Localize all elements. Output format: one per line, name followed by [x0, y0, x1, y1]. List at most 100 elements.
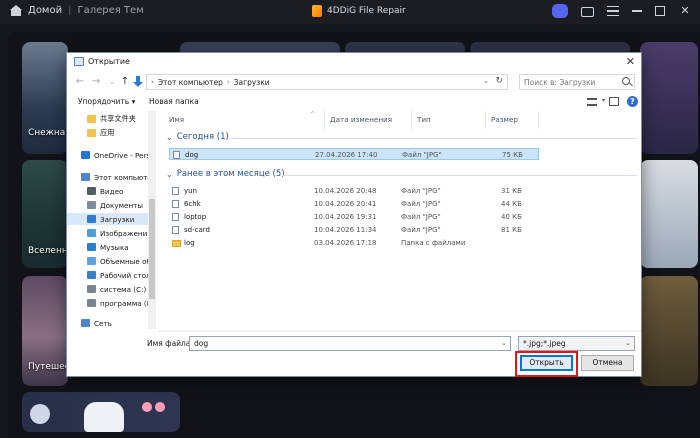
help-icon[interactable]: ?	[627, 96, 638, 107]
home-icon[interactable]	[10, 5, 22, 16]
app-title: 4DDiG File Repair	[312, 5, 406, 17]
horizontal-scrollbar[interactable]	[158, 330, 641, 332]
breadcrumb-home[interactable]: Домой	[28, 5, 62, 16]
file-group-header[interactable]: ⌄ Сегодня (1)	[166, 132, 229, 142]
navigation-scrollbar[interactable]	[148, 111, 156, 329]
nav-item-label: Объемные объ	[100, 256, 148, 266]
column-header-type[interactable]: Тип	[417, 115, 431, 124]
column-header-date[interactable]: Дата изменения	[330, 115, 392, 124]
dialog-close-button[interactable]: ✕	[626, 55, 635, 68]
nav-item[interactable]: Этот компьютер	[67, 171, 148, 183]
collapse-chevron-icon[interactable]: ⌄	[166, 170, 173, 179]
cancel-button[interactable]: Отмена	[581, 355, 634, 371]
view-dropdown-icon[interactable]: ▾	[602, 97, 605, 104]
theme-card-label: Путешест	[28, 362, 68, 372]
nav-item-label: программа (D	[100, 298, 148, 308]
nav-item-icon	[87, 229, 96, 237]
file-type-filter[interactable]: *.jpg;*.jpeg ⌄	[518, 336, 635, 351]
file-type-dropdown-icon[interactable]: ⌄	[625, 339, 631, 347]
nav-item-icon	[87, 129, 96, 137]
filename-dropdown-icon[interactable]: ⌄	[501, 339, 507, 347]
theme-card-universe[interactable]: Вселенна	[22, 160, 68, 268]
nav-item[interactable]: Сеть	[67, 317, 148, 329]
breadcrumb-gallery[interactable]: Галерея Тем	[77, 5, 143, 16]
image-file-icon	[172, 200, 179, 208]
cat-image	[84, 402, 124, 432]
preview-pane-icon[interactable]	[609, 97, 619, 106]
file-row[interactable]: 6chk 10.04.2026 20:41 Файл "JPG" 44 КБ	[169, 198, 539, 210]
nav-item[interactable]: программа (D	[67, 297, 148, 309]
nav-item[interactable]: Загрузки	[67, 213, 148, 225]
address-segment-computer[interactable]: Этот компьютер	[158, 78, 223, 87]
menu-icon[interactable]	[607, 6, 619, 16]
address-segment-downloads[interactable]: Загрузки	[234, 78, 270, 87]
nav-item[interactable]: 应用	[67, 127, 148, 139]
nav-item[interactable]: 共享文件夹	[67, 113, 148, 125]
column-divider[interactable]	[485, 111, 486, 129]
theme-card[interactable]	[640, 160, 698, 268]
minimize-icon[interactable]	[632, 10, 642, 12]
column-divider[interactable]	[411, 111, 412, 129]
column-header-size[interactable]: Размер	[491, 115, 518, 124]
nav-item[interactable]: Музыка	[67, 241, 148, 253]
nav-item-label: Сеть	[94, 318, 112, 328]
file-row[interactable]: dog 27.04.2026 17:40 Файл "JPG" 75 КБ	[169, 148, 539, 160]
theme-card-travel[interactable]: Путешест	[22, 276, 68, 386]
filename-label: Имя файла:	[147, 339, 193, 348]
nav-item-label: Рабочий стол	[100, 270, 148, 280]
nav-item[interactable]: Рабочий стол	[67, 269, 148, 281]
file-name: log	[184, 239, 195, 247]
close-icon[interactable]: ✕	[678, 4, 692, 18]
refresh-icon[interactable]: ↻	[495, 76, 503, 86]
nav-item[interactable]: Объемные объ	[67, 255, 148, 267]
address-bar[interactable]: › Этот компьютер › Загрузки ⌄ ↻	[146, 74, 508, 90]
recent-dropdown-icon[interactable]: ⌄	[106, 76, 118, 88]
maximize-icon[interactable]	[655, 6, 665, 16]
theme-card[interactable]	[640, 42, 698, 154]
file-group-header[interactable]: ⌄ Ранее в этом месяце (5)	[166, 169, 285, 179]
scrollbar-thumb[interactable]	[149, 199, 155, 299]
window-controls: ✕	[552, 4, 692, 18]
address-row: ← → ⌄ ↑ › Этот компьютер › Загрузки ⌄ ↻	[67, 73, 641, 93]
address-dropdown-icon[interactable]: ⌄	[483, 77, 489, 85]
file-row[interactable]: log 03.04.2026 17:18 Папка с файлами	[169, 237, 539, 249]
file-row[interactable]: sd-card 10.04.2026 11:34 Файл "JPG" 81 КБ	[169, 224, 539, 236]
nav-item-label: Документы	[100, 200, 144, 210]
search-box[interactable]	[519, 74, 635, 90]
column-divider[interactable]	[324, 111, 325, 129]
forward-arrow-icon[interactable]: →	[90, 76, 102, 88]
nav-item[interactable]: OneDrive - Persona	[67, 149, 148, 161]
feedback-icon[interactable]	[581, 6, 594, 17]
nav-item[interactable]: Документы	[67, 199, 148, 211]
theme-card[interactable]	[640, 276, 698, 386]
nav-item[interactable]: система (C:)	[67, 283, 148, 295]
back-arrow-icon[interactable]: ←	[74, 76, 86, 88]
dialog-title: Открытие	[88, 57, 130, 66]
open-button[interactable]: Открыть	[520, 355, 573, 371]
app-breadcrumb: Домой | Галерея Тем	[10, 5, 144, 16]
dialog-toolbar: Упорядочить ▾ Новая папка ▾ ?	[67, 95, 641, 109]
file-date: 10.04.2026 20:41	[314, 200, 377, 208]
image-file-icon	[172, 213, 179, 221]
filename-input[interactable]	[194, 339, 484, 348]
file-row[interactable]: yun 10.04.2026 20:48 Файл "JPG" 31 КБ	[169, 185, 539, 197]
column-divider[interactable]	[538, 111, 539, 129]
collapse-chevron-icon[interactable]: ⌄	[166, 133, 173, 142]
theme-card-snow[interactable]: Снежная	[22, 42, 68, 154]
search-input[interactable]	[524, 78, 618, 87]
discord-icon[interactable]	[552, 4, 568, 18]
filename-field[interactable]: ⌄	[189, 336, 511, 351]
nav-item-icon	[87, 187, 96, 195]
nav-item[interactable]: Видео	[67, 185, 148, 197]
theme-card[interactable]	[22, 392, 180, 432]
organize-button[interactable]: Упорядочить ▾	[78, 97, 135, 106]
file-name: loptop	[184, 213, 207, 221]
image-file-icon	[172, 187, 179, 195]
nav-item[interactable]: Изображения	[67, 227, 148, 239]
up-arrow-icon[interactable]: ↑	[119, 76, 131, 88]
new-folder-button[interactable]: Новая папка	[149, 97, 199, 106]
view-options-icon[interactable]	[587, 98, 597, 106]
column-header-name[interactable]: Имя	[169, 115, 184, 124]
address-separator: ›	[151, 78, 154, 86]
file-row[interactable]: loptop 10.04.2026 19:31 Файл "JPG" 40 КБ	[169, 211, 539, 223]
